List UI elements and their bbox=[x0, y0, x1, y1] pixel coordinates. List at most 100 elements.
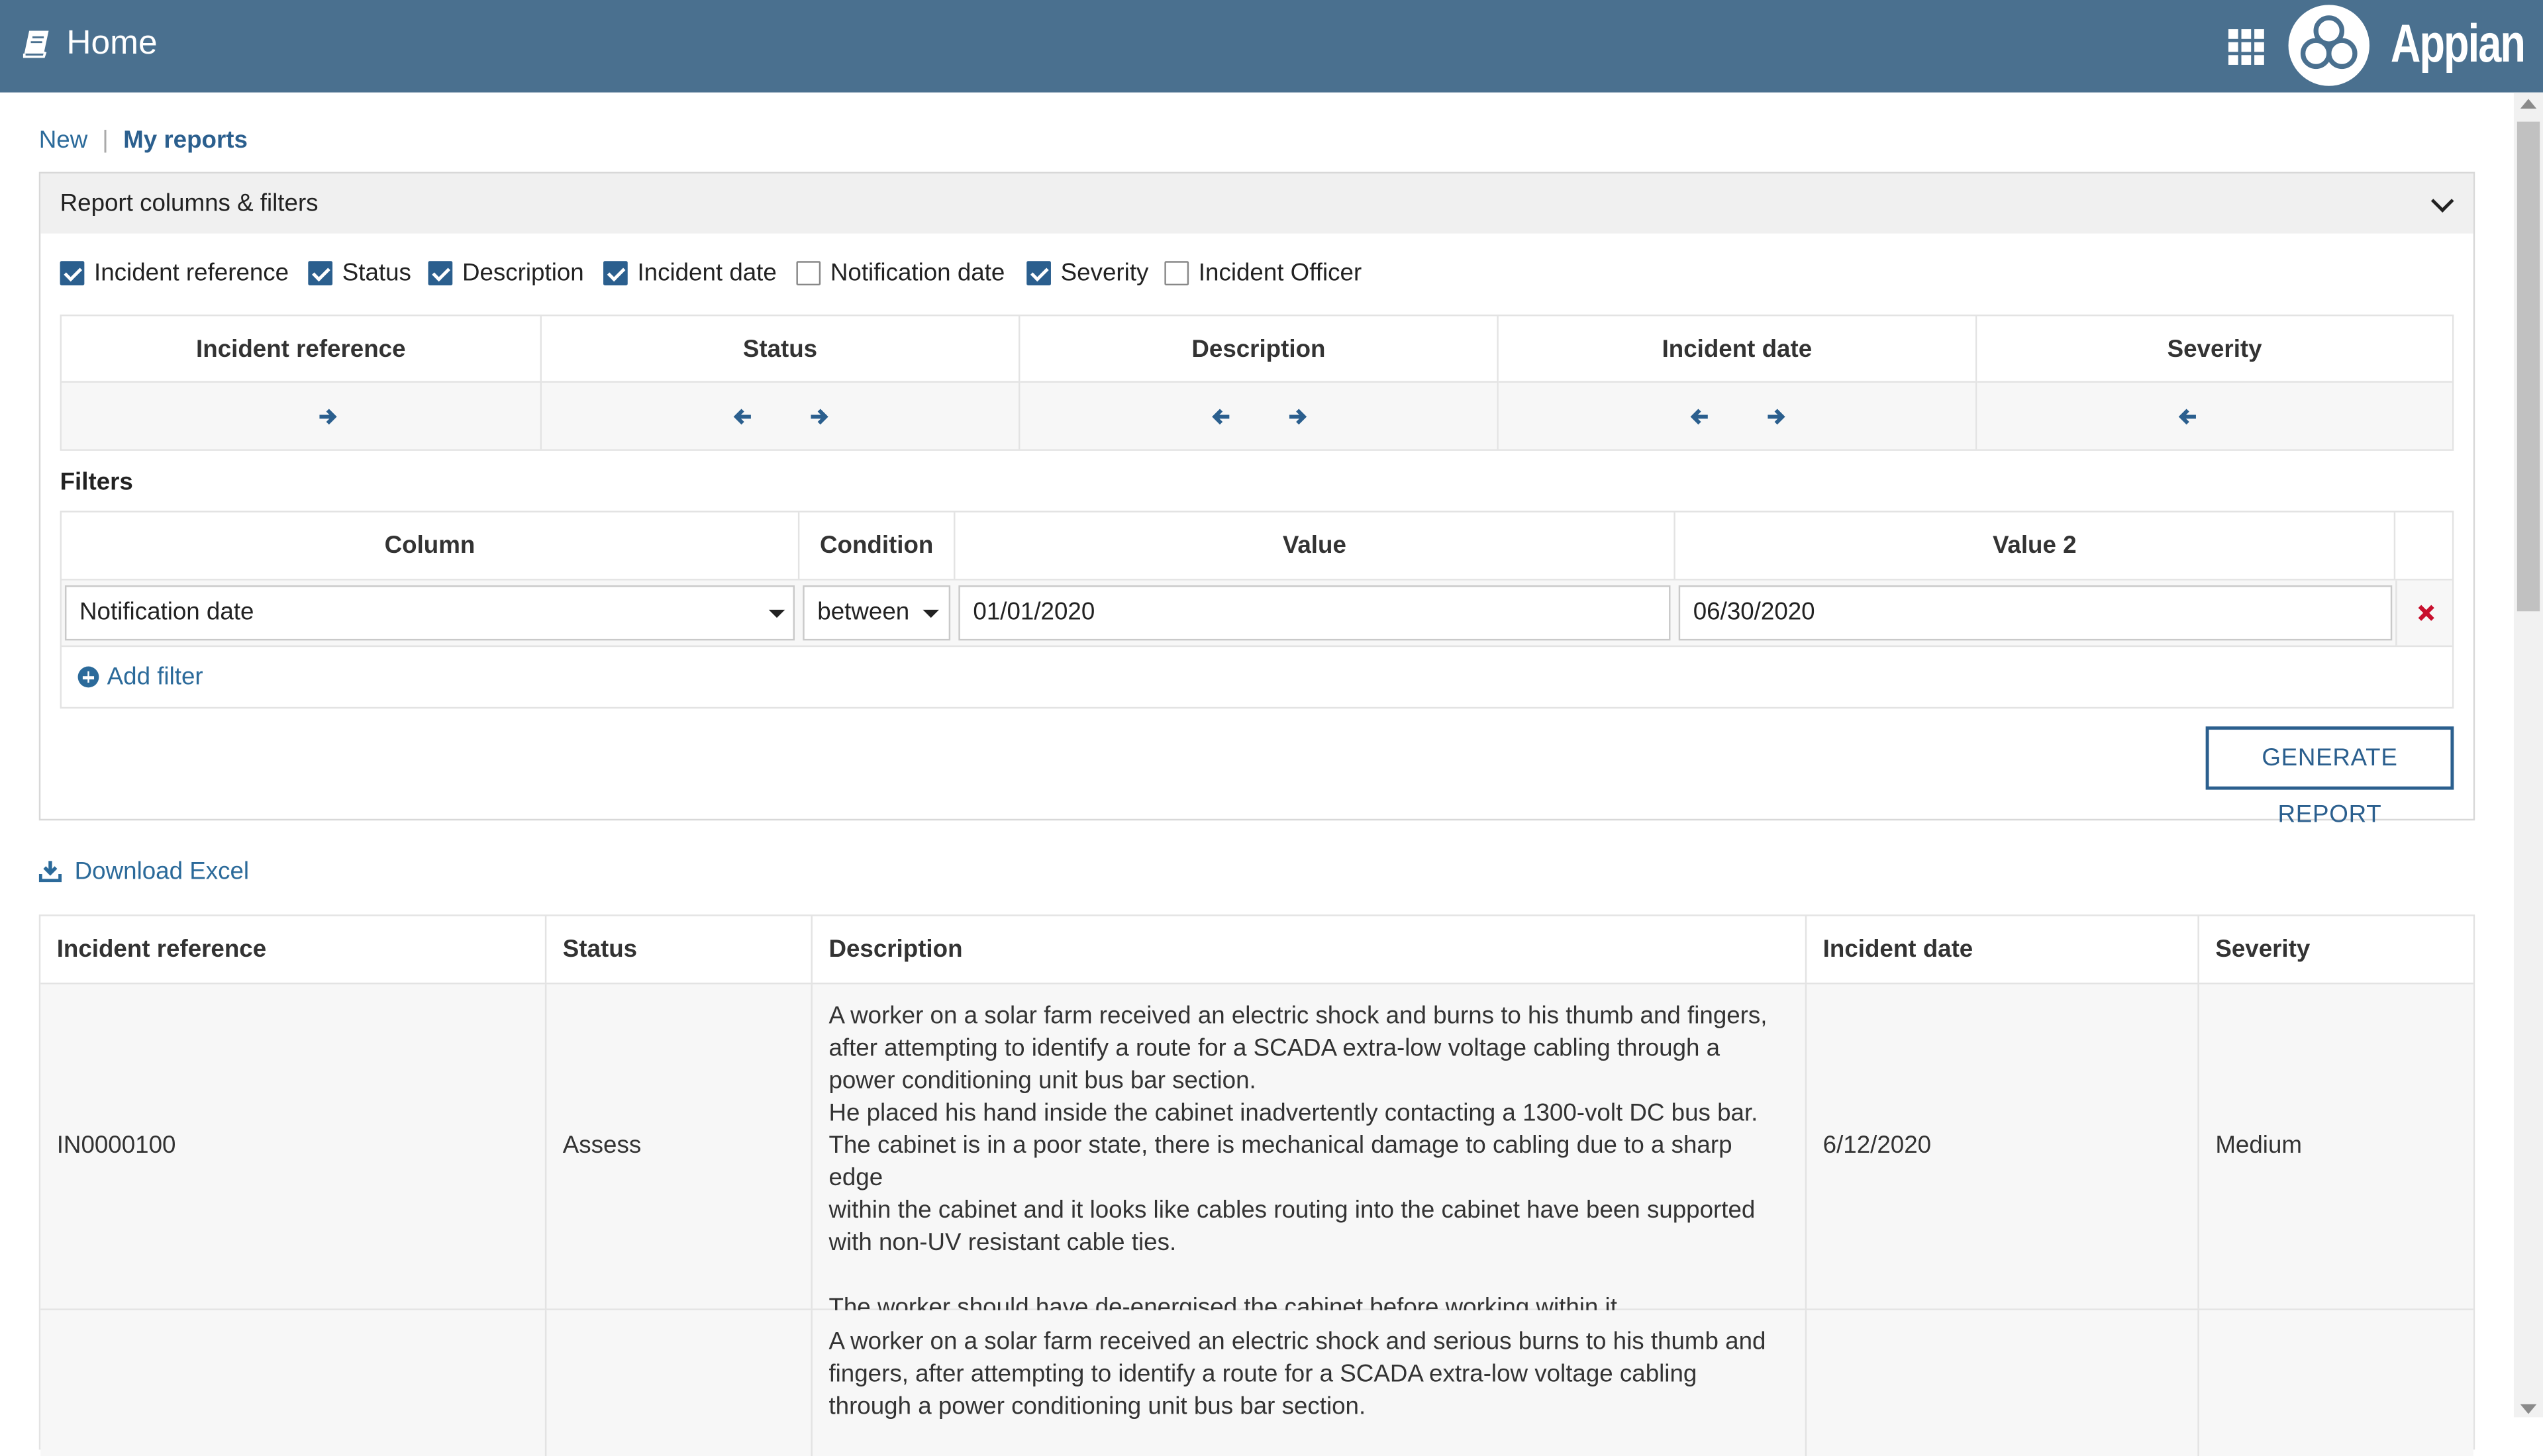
order-column-incident-reference: Incident reference bbox=[62, 316, 542, 450]
cell-status: Assess bbox=[546, 984, 813, 1309]
order-column-header: Incident date bbox=[1498, 316, 1975, 383]
filter-row: Notification date between 01/01/2020 06/… bbox=[62, 580, 2452, 648]
description-line: within the cabinet and it looks like cab… bbox=[828, 1196, 1756, 1224]
arrow-left-icon[interactable] bbox=[2178, 407, 2197, 426]
arrow-left-icon[interactable] bbox=[1211, 407, 1230, 426]
results-header-description[interactable]: Description bbox=[813, 916, 1807, 983]
incident-reference-value: IN0000100 bbox=[56, 1132, 176, 1160]
description-line: with non-UV resistant cable ties. bbox=[828, 1229, 1177, 1257]
page-title[interactable]: Home bbox=[66, 21, 157, 67]
cell-incident-reference bbox=[40, 1310, 547, 1456]
order-column-status: Status bbox=[541, 316, 1021, 450]
results-header-severity[interactable]: Severity bbox=[2199, 916, 2473, 983]
description-line: The cabinet is in a poor state, there is… bbox=[828, 1132, 1732, 1192]
filter-header-value: Value bbox=[955, 512, 1675, 579]
description-line: power conditioning unit bus bar section. bbox=[828, 1067, 1256, 1095]
book-icon bbox=[23, 30, 49, 58]
report-config-panel: Report columns & filters Incident refere… bbox=[38, 171, 2475, 821]
checkbox-checked-icon[interactable] bbox=[603, 261, 628, 286]
description-line: through a power conditioning unit bus ba… bbox=[828, 1392, 1366, 1421]
generate-report-button[interactable]: GENERATE REPORT bbox=[2205, 726, 2454, 828]
panel-title: Report columns & filters bbox=[60, 189, 319, 218]
description-text: A worker on a solar farm received an ele… bbox=[828, 1000, 1789, 1325]
remove-filter-icon[interactable] bbox=[2417, 603, 2436, 622]
checkbox-label: Incident reference bbox=[94, 259, 289, 287]
description-line: A worker on a solar farm received an ele… bbox=[828, 1328, 1766, 1356]
filter-header-condition: Condition bbox=[799, 512, 956, 579]
new-link[interactable]: New bbox=[39, 125, 88, 158]
severity-value: Medium bbox=[2215, 1132, 2303, 1160]
condition-select[interactable]: between bbox=[803, 585, 951, 641]
cell-incident-date: 6/12/2020 bbox=[1807, 984, 2199, 1309]
checkbox-label: Severity bbox=[1060, 259, 1149, 287]
cell-status bbox=[546, 1310, 813, 1456]
description-line: A worker on a solar farm received an ele… bbox=[828, 1002, 1768, 1030]
table-row: A worker on a solar farm received an ele… bbox=[40, 1310, 2473, 1456]
value2-input[interactable]: 06/30/2020 bbox=[1678, 585, 2393, 641]
checkbox-unchecked-icon[interactable] bbox=[1164, 261, 1189, 286]
arrow-right-icon[interactable] bbox=[1766, 407, 1785, 426]
status-value: Assess bbox=[562, 1132, 642, 1160]
description-line: fingers, after attempting to identify a … bbox=[828, 1360, 1697, 1388]
chevron-down-icon[interactable] bbox=[2430, 189, 2454, 213]
checkbox-label: Notification date bbox=[830, 259, 1005, 287]
dropdown-caret-icon[interactable] bbox=[768, 609, 785, 618]
appian-logo-icon bbox=[2288, 5, 2369, 86]
arrow-left-icon[interactable] bbox=[733, 407, 752, 426]
top-bar: Home Appian bbox=[0, 0, 2543, 93]
checkbox-checked-icon[interactable] bbox=[1026, 261, 1051, 286]
arrow-left-icon[interactable] bbox=[1690, 407, 1709, 426]
results-table: Incident reference Status Description In… bbox=[38, 914, 2475, 1456]
arrow-right-icon[interactable] bbox=[809, 407, 828, 426]
condition-select-value: between bbox=[817, 598, 910, 626]
checkbox-checked-icon[interactable] bbox=[60, 261, 85, 286]
filters-heading: Filters bbox=[60, 468, 133, 497]
my-reports-link[interactable]: My reports bbox=[123, 125, 248, 158]
brand-name: Appian bbox=[2390, 13, 2526, 73]
download-icon bbox=[38, 861, 62, 883]
order-column-header: Severity bbox=[1977, 316, 2452, 383]
column-select-value: Notification date bbox=[79, 598, 254, 626]
checkbox-checked-icon[interactable] bbox=[308, 261, 333, 286]
cell-incident-date bbox=[1807, 1310, 2199, 1456]
results-header-incident-date[interactable]: Incident date bbox=[1807, 916, 2199, 983]
column-order-grid: Incident reference Status Description In… bbox=[60, 315, 2454, 451]
order-column-severity: Severity bbox=[1977, 316, 2452, 450]
scroll-down-icon[interactable] bbox=[2520, 1404, 2537, 1414]
column-select[interactable]: Notification date bbox=[64, 585, 795, 641]
checkbox-label: Incident date bbox=[637, 259, 777, 287]
results-header-status[interactable]: Status bbox=[546, 916, 813, 983]
scroll-up-icon[interactable] bbox=[2520, 99, 2537, 109]
description-line: after attempting to identify a route for… bbox=[828, 1034, 1720, 1063]
checkbox-label: Description bbox=[462, 259, 584, 287]
filters-table: Column Condition Value Value 2 Notificat… bbox=[60, 510, 2454, 709]
cell-description: A worker on a solar farm received an ele… bbox=[813, 984, 1807, 1322]
cell-severity bbox=[2199, 1310, 2473, 1456]
cell-incident-reference: IN0000100 bbox=[40, 984, 547, 1309]
checkbox-label: Incident Officer bbox=[1198, 259, 1362, 287]
incident-date-value: 6/12/2020 bbox=[1822, 1132, 1932, 1160]
results-header-incident-reference[interactable]: Incident reference bbox=[40, 916, 547, 983]
arrow-right-icon[interactable] bbox=[1288, 407, 1307, 426]
description-line: He placed his hand inside the cabinet in… bbox=[828, 1099, 1758, 1128]
arrow-right-icon[interactable] bbox=[318, 407, 337, 426]
value-input[interactable]: 01/01/2020 bbox=[958, 585, 1671, 641]
plus-circle-icon bbox=[77, 666, 99, 688]
description-text: A worker on a solar farm received an ele… bbox=[828, 1326, 1789, 1424]
panel-header[interactable]: Report columns & filters bbox=[40, 173, 2473, 234]
order-column-header: Incident reference bbox=[62, 316, 540, 383]
dropdown-caret-icon[interactable] bbox=[922, 609, 939, 618]
table-row: IN0000100 Assess A worker on a solar far… bbox=[40, 984, 2473, 1322]
filter-header-value2: Value 2 bbox=[1675, 512, 2396, 579]
checkbox-unchecked-icon[interactable] bbox=[796, 261, 821, 286]
app-grid-icon[interactable] bbox=[2228, 29, 2264, 65]
scrollbar-thumb[interactable] bbox=[2517, 121, 2540, 612]
download-excel-label: Download Excel bbox=[74, 857, 250, 886]
cell-severity: Medium bbox=[2199, 985, 2473, 1309]
filter-header-column: Column bbox=[62, 512, 800, 579]
cell-description: A worker on a solar farm received an ele… bbox=[813, 1310, 1807, 1456]
order-column-header: Description bbox=[1020, 316, 1497, 383]
order-column-incident-date: Incident date bbox=[1498, 316, 1977, 450]
checkbox-label: Status bbox=[342, 259, 411, 287]
checkbox-checked-icon[interactable] bbox=[428, 261, 453, 286]
